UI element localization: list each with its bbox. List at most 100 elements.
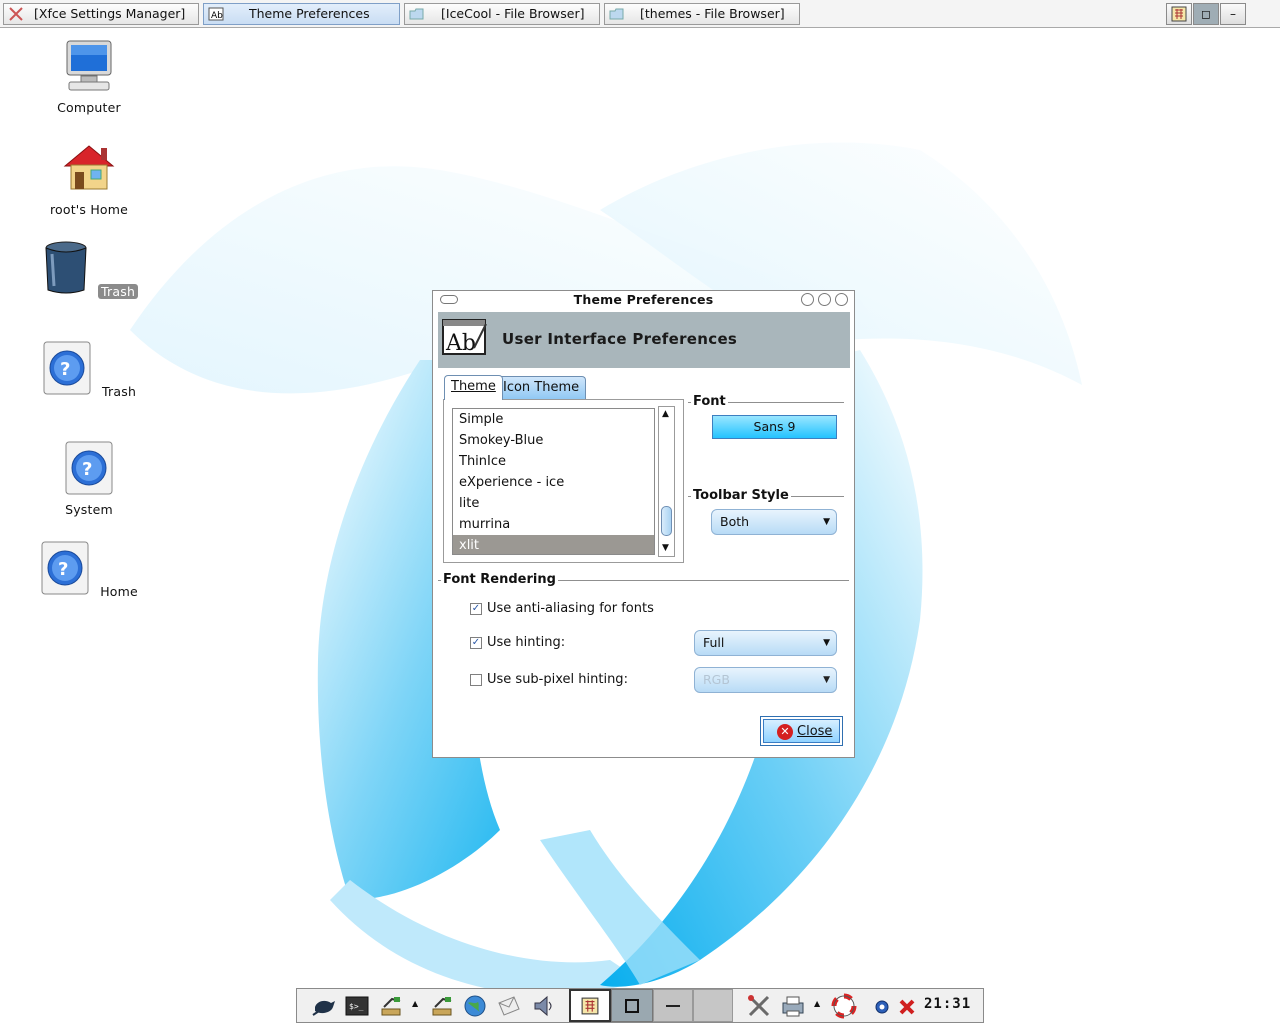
maximize-icon[interactable] [818,293,831,306]
printer-icon[interactable] [780,993,806,1019]
hinting-checkbox[interactable]: ✓ [470,637,482,649]
hinting-select[interactable]: Full ▼ [694,630,837,656]
desktop-icon-system[interactable]: ? System [34,440,144,518]
window-menu-icon [1171,6,1187,22]
info-icon[interactable] [869,993,895,1019]
svg-text:$>_: $>_ [349,1002,364,1011]
bottom-panel: $>_ ▲ ▲ 21:31 [296,988,984,1023]
subpixel-checkbox[interactable] [470,674,482,686]
list-item-selected[interactable]: xlit [453,535,654,554]
window-menu-button[interactable] [1166,3,1192,25]
subpixel-value: RGB [703,672,730,687]
tab-theme[interactable]: Theme [444,375,503,400]
desktop-icon-label: Computer [57,100,121,115]
subpixel-select[interactable]: RGB ▼ [694,667,837,693]
desktop-icon-label: System [65,502,113,517]
scroll-down-icon[interactable]: ▼ [662,544,669,553]
maximize-button[interactable]: ◻ [1193,3,1219,25]
xfce-mouse-icon[interactable] [311,993,337,1019]
antialias-label: Use anti-aliasing for fonts [487,601,654,616]
computer-icon [66,40,112,91]
task-theme-preferences[interactable]: Ab Theme Preferences [203,3,400,25]
tab-icon-theme[interactable]: Icon Theme [496,376,587,400]
desktop-icon-label: Trash [98,284,139,299]
sound-icon[interactable] [531,993,557,1019]
task-label: [Xfce Settings Manager] [34,6,186,21]
help-icon: ? [65,441,113,495]
help-icon: ? [41,541,89,595]
chevron-down-icon: ▼ [823,517,830,527]
workspace-2[interactable] [611,989,653,1022]
close-button-label: Close [797,724,833,739]
mail-icon[interactable] [496,993,522,1019]
close-button-face: ✕ Close [763,719,840,743]
theme-list-scrollbar[interactable]: ▲ ▼ [658,406,675,557]
svg-text:Ab: Ab [211,11,223,21]
list-item[interactable]: Smokey-Blue [453,430,654,451]
chevron-up-icon[interactable]: ▲ [814,999,820,1008]
banner-title: User Interface Preferences [502,330,738,348]
maximize-icon: ◻ [1201,7,1211,21]
subpixel-label: Use sub-pixel hinting: [487,672,628,687]
close-icon[interactable] [835,293,848,306]
desktop-icon-computer[interactable]: Computer [34,38,144,116]
desktop-icon-roots-home[interactable]: root's Home [34,140,144,218]
workspace-4[interactable] [693,989,733,1022]
task-label: [IceCool - File Browser] [441,6,585,21]
toolbar-style-value: Both [720,514,750,529]
theme-prefs-icon: Ab [208,7,224,21]
hinting-label: Use hinting: [487,635,566,650]
chevron-down-icon: ▼ [823,638,830,648]
scrollbar-thumb[interactable] [661,506,672,536]
toolbar-style-select[interactable]: Both ▼ [711,509,837,535]
settings-tools-icon[interactable] [746,993,772,1019]
task-icecool-file-browser[interactable]: [IceCool - File Browser] [404,3,600,25]
workspace-window-icon [625,999,639,1013]
list-item[interactable]: murrina [453,514,654,535]
list-item[interactable]: eXperience - ice [453,472,654,493]
desktop-icon-label: Trash [102,384,137,399]
task-label: Theme Preferences [249,6,370,21]
list-item[interactable]: Simple [453,409,654,430]
trash-can-icon [45,241,87,294]
terminal-icon[interactable]: $>_ [344,993,370,1019]
desktop-icon-home[interactable]: ? Home [34,540,144,600]
xfce-settings-icon [9,7,23,21]
file-manager-icon[interactable] [378,993,404,1019]
dialog-titlebar[interactable]: Theme Preferences [433,291,854,309]
dialog-title: Theme Preferences [573,292,714,307]
logout-icon[interactable] [894,993,920,1019]
scroll-up-icon[interactable]: ▲ [662,410,669,419]
svg-text:?: ? [82,459,92,480]
close-button[interactable]: ✕ Close [760,716,843,746]
tab-label: Icon Theme [503,380,580,395]
top-taskbar: [Xfce Settings Manager] Ab Theme Prefere… [0,0,1280,28]
list-item[interactable]: lite [453,493,654,514]
minimize-icon: – [1230,7,1236,21]
task-themes-file-browser[interactable]: [themes - File Browser] [604,3,800,25]
toolbar-style-label: Toolbar Style [691,488,791,503]
panel-clock: 21:31 [924,996,972,1012]
list-item[interactable]: ThinIce [453,451,654,472]
workspace-menu-icon [581,997,599,1015]
web-browser-icon[interactable] [462,993,488,1019]
desktop-icon-trash-can[interactable]: Trash [33,240,143,300]
folder-icon [409,8,424,20]
font-picker-button[interactable]: Sans 9 [712,415,837,439]
minimize-button[interactable]: – [1220,3,1246,25]
help-icon: ? [43,341,91,395]
task-label: [themes - File Browser] [640,6,785,21]
chevron-up-icon[interactable]: ▲ [412,999,418,1008]
workspace-1[interactable] [569,989,611,1022]
hinting-value: Full [703,635,725,650]
workspace-3[interactable] [653,989,693,1022]
antialias-checkbox[interactable]: ✓ [470,603,482,615]
task-xfce-settings-manager[interactable]: [Xfce Settings Manager] [3,3,199,25]
help-lifebuoy-icon[interactable] [831,993,857,1019]
desktop-icon-trash-link[interactable]: ? Trash [34,340,144,400]
theme-preferences-dialog: Theme Preferences Ab User Interface Pref… [432,290,855,758]
svg-text:Ab: Ab [445,331,476,356]
file-manager-icon[interactable] [429,993,455,1019]
minimize-icon[interactable] [801,293,814,306]
theme-list[interactable]: Simple Smokey-Blue ThinIce eXperience - … [452,408,655,555]
